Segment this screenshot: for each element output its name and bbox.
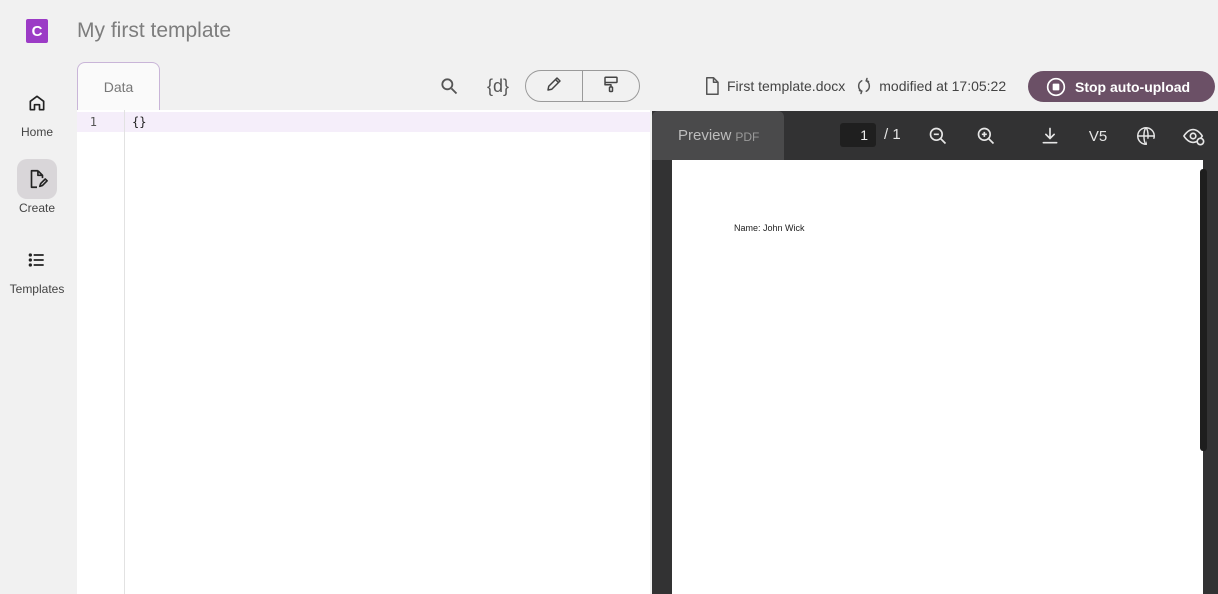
search-icon[interactable]: [437, 74, 461, 98]
tab-preview[interactable]: Preview PDF: [652, 111, 784, 160]
json-editor[interactable]: 1 {}: [77, 110, 650, 594]
nav-label-templates: Templates: [9, 282, 65, 296]
sync-icon: [855, 77, 873, 95]
list-icon: [17, 240, 57, 280]
home-icon: [17, 83, 57, 123]
edit-mode-button[interactable]: [526, 71, 583, 101]
file-info: First template.docx modified at 17:05:22: [703, 74, 1006, 98]
code-line[interactable]: {}: [132, 112, 146, 132]
preview-settings-icon[interactable]: [1181, 123, 1207, 149]
zoom-in-icon[interactable]: [973, 123, 999, 149]
nav-label-home: Home: [20, 125, 53, 139]
mode-toggle: [525, 70, 640, 102]
file-name[interactable]: First template.docx: [727, 78, 845, 94]
paint-roller-icon: [602, 75, 620, 98]
nav-item-create[interactable]: Create: [0, 159, 74, 215]
modified-status: modified at 17:05:22: [879, 78, 1007, 94]
variables-button[interactable]: {d}: [482, 74, 514, 98]
preview-panel: Preview PDF / 1 V5 Name: John Wick: [652, 111, 1218, 594]
preview-tab-format: PDF: [735, 129, 760, 144]
nav-item-home[interactable]: Home: [0, 83, 74, 139]
page-total: / 1: [884, 126, 901, 143]
line-number: 1: [89, 115, 97, 129]
preview-tab-label: Preview: [678, 127, 732, 144]
pdf-page: Name: John Wick: [672, 160, 1203, 594]
nav-item-templates[interactable]: Templates: [0, 240, 74, 296]
stop-auto-upload-button[interactable]: Stop auto-upload: [1028, 71, 1215, 102]
line-gutter: [77, 110, 125, 594]
nav-label-create: Create: [18, 201, 56, 215]
language-globe-icon[interactable]: [1133, 123, 1159, 149]
document-icon: [703, 76, 721, 96]
version-button[interactable]: V5: [1085, 123, 1111, 149]
stop-auto-upload-label: Stop auto-upload: [1075, 78, 1191, 95]
pencil-icon: [545, 75, 563, 98]
style-mode-button[interactable]: [583, 71, 639, 101]
create-document-icon: [17, 159, 57, 199]
page-number-input[interactable]: [840, 123, 876, 147]
download-icon[interactable]: [1037, 123, 1063, 149]
page-title: My first template: [77, 19, 232, 42]
zoom-out-icon[interactable]: [925, 123, 951, 149]
stop-icon: [1046, 77, 1066, 97]
app-logo[interactable]: C: [26, 19, 48, 43]
active-line-highlight: [77, 112, 650, 132]
preview-scrollbar[interactable]: [1200, 169, 1207, 451]
tab-data[interactable]: Data: [77, 62, 160, 110]
pdf-content-text: Name: John Wick: [734, 223, 805, 233]
